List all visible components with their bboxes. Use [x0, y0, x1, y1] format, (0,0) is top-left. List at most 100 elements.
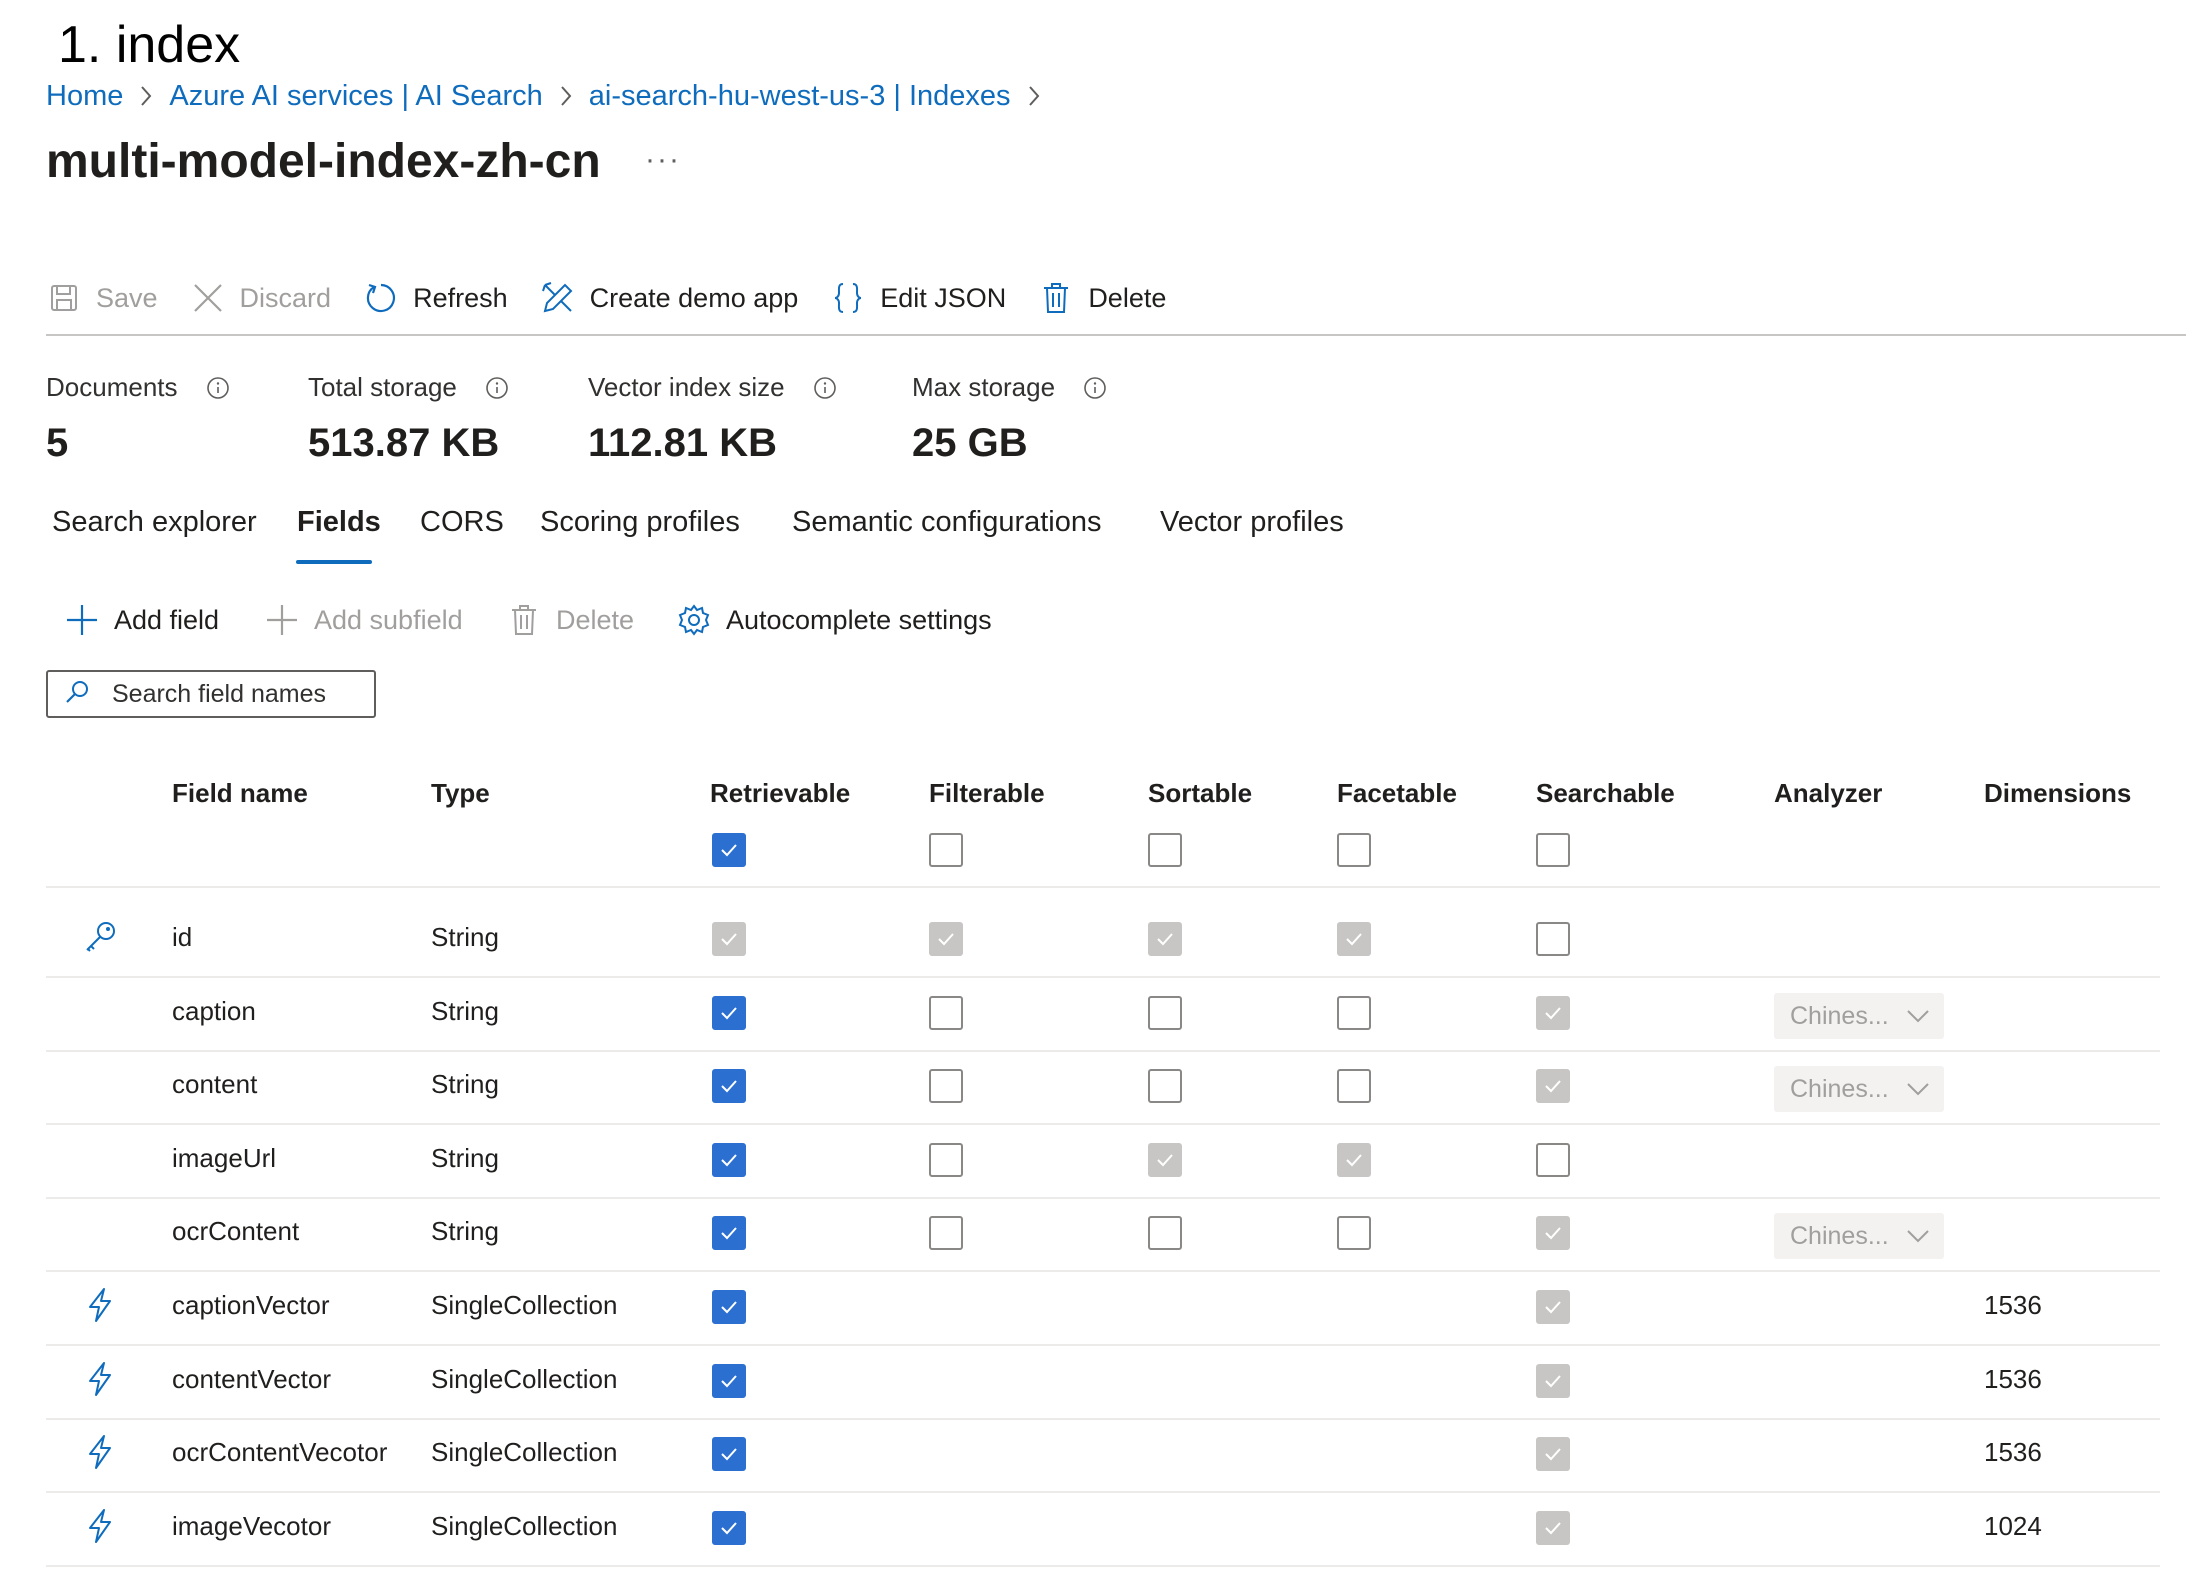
search-input[interactable] — [112, 679, 352, 709]
analyzer-dropdown[interactable]: Chines... — [1774, 1213, 1944, 1259]
field-name-cell[interactable]: imageVecotor — [172, 1511, 331, 1542]
header-searchable[interactable]: Searchable — [1536, 778, 1675, 809]
discard-button[interactable]: Discard — [190, 272, 331, 324]
searchable-checkbox[interactable] — [1536, 1143, 1570, 1177]
filterable-checkbox — [929, 922, 963, 956]
breadcrumb-home[interactable]: Home — [46, 80, 123, 113]
active-tab-indicator — [296, 560, 372, 564]
retrievable-checkbox[interactable] — [712, 1143, 746, 1177]
breadcrumb-indexes[interactable]: ai-search-hu-west-us-3 | Indexes — [589, 80, 1011, 113]
select-all-filterable-checkbox[interactable] — [929, 833, 963, 867]
info-icon[interactable] — [485, 376, 509, 400]
save-button[interactable]: Save — [46, 272, 158, 324]
autocomplete-settings-label: Autocomplete settings — [726, 604, 992, 635]
retrievable-checkbox[interactable] — [712, 1364, 746, 1398]
select-all-retrievable-checkbox[interactable] — [712, 833, 746, 867]
searchable-checkbox — [1536, 996, 1570, 1030]
save-icon — [46, 280, 82, 316]
field-name-cell[interactable]: caption — [172, 996, 256, 1027]
lightning-icon — [80, 1432, 120, 1472]
stat-label: Max storage — [912, 372, 1056, 402]
info-icon[interactable] — [206, 376, 230, 400]
sortable-checkbox — [1148, 1143, 1182, 1177]
analyzer-dropdown[interactable]: Chines... — [1774, 993, 1944, 1039]
analyzer-value: Chines... — [1790, 1074, 1889, 1103]
retrievable-checkbox[interactable] — [712, 996, 746, 1030]
facetable-checkbox[interactable] — [1337, 1069, 1371, 1103]
field-name-cell[interactable]: captionVector — [172, 1290, 330, 1321]
info-icon[interactable] — [813, 376, 837, 400]
sortable-checkbox[interactable] — [1148, 1216, 1182, 1250]
facetable-checkbox[interactable] — [1337, 996, 1371, 1030]
header-facetable[interactable]: Facetable — [1337, 778, 1457, 809]
retrievable-checkbox[interactable] — [712, 1216, 746, 1250]
searchable-checkbox — [1536, 1290, 1570, 1324]
lightning-icon — [80, 1506, 120, 1546]
retrievable-checkbox[interactable] — [712, 1511, 746, 1545]
field-name-cell[interactable]: id — [172, 922, 192, 953]
tab-cors[interactable]: CORS — [420, 506, 504, 539]
search-icon — [64, 679, 90, 710]
analyzer-dropdown[interactable]: Chines... — [1774, 1066, 1944, 1112]
sortable-checkbox[interactable] — [1148, 1069, 1182, 1103]
retrievable-checkbox[interactable] — [712, 1069, 746, 1103]
refresh-button[interactable]: Refresh — [363, 272, 508, 324]
delete-label: Delete — [1088, 282, 1167, 313]
select-all-searchable-checkbox[interactable] — [1536, 833, 1570, 867]
edit-json-button[interactable]: Edit JSON — [830, 272, 1006, 324]
add-field-button[interactable]: Add field — [64, 596, 219, 644]
field-type-cell: SingleCollection — [431, 1437, 618, 1467]
dimensions-cell: 1536 — [1984, 1437, 2042, 1467]
row-divider — [46, 1050, 2160, 1052]
header-type[interactable]: Type — [431, 778, 490, 809]
trash-icon — [506, 602, 542, 638]
field-name-cell[interactable]: ocrContentVecotor — [172, 1437, 387, 1468]
breadcrumb-ai-search[interactable]: Azure AI services | AI Search — [169, 80, 542, 113]
retrievable-checkbox — [712, 922, 746, 956]
command-bar: Save Discard Refresh Create demo app Edi… — [46, 272, 1198, 324]
breadcrumb: Home Azure AI services | AI Search ai-se… — [46, 76, 1057, 116]
chevron-down-icon — [1906, 1228, 1930, 1244]
delete-field-button[interactable]: Delete — [506, 596, 634, 644]
select-all-facetable-checkbox[interactable] — [1337, 833, 1371, 867]
tab-vector-profiles[interactable]: Vector profiles — [1160, 506, 1344, 539]
tab-semantic-configurations[interactable]: Semantic configurations — [792, 506, 1102, 539]
create-demo-app-button[interactable]: Create demo app — [540, 272, 798, 324]
field-name-cell[interactable]: imageUrl — [172, 1143, 276, 1174]
more-options-button[interactable]: ··· — [638, 140, 688, 180]
retrievable-checkbox[interactable] — [712, 1290, 746, 1324]
header-field-name[interactable]: Field name — [172, 778, 308, 809]
edit-json-label: Edit JSON — [880, 282, 1007, 313]
page-heading: 1. index — [58, 16, 241, 74]
facetable-checkbox[interactable] — [1337, 1216, 1371, 1250]
delete-index-button[interactable]: Delete — [1038, 272, 1166, 324]
add-subfield-button[interactable]: Add subfield — [264, 596, 463, 644]
sortable-checkbox[interactable] — [1148, 996, 1182, 1030]
row-divider — [46, 1491, 2160, 1493]
search-field-names-box[interactable] — [46, 670, 376, 718]
searchable-checkbox — [1536, 1069, 1570, 1103]
field-type-cell: String — [431, 1069, 499, 1099]
field-name-cell[interactable]: contentVector — [172, 1364, 331, 1395]
filterable-checkbox[interactable] — [929, 996, 963, 1030]
header-sortable[interactable]: Sortable — [1148, 778, 1252, 809]
header-analyzer[interactable]: Analyzer — [1774, 778, 1882, 809]
autocomplete-settings-button[interactable]: Autocomplete settings — [676, 596, 992, 644]
tab-fields[interactable]: Fields — [297, 506, 381, 539]
searchable-checkbox[interactable] — [1536, 922, 1570, 956]
field-name-cell[interactable]: ocrContent — [172, 1216, 299, 1247]
header-retrievable[interactable]: Retrievable — [710, 778, 850, 809]
info-icon[interactable] — [1083, 376, 1107, 400]
filterable-checkbox[interactable] — [929, 1143, 963, 1177]
tab-scoring-profiles[interactable]: Scoring profiles — [540, 506, 740, 539]
field-name-cell[interactable]: content — [172, 1069, 257, 1100]
retrievable-checkbox[interactable] — [712, 1437, 746, 1471]
header-filterable[interactable]: Filterable — [929, 778, 1045, 809]
tab-search-explorer[interactable]: Search explorer — [52, 506, 257, 539]
row-divider — [46, 1418, 2160, 1420]
select-all-sortable-checkbox[interactable] — [1148, 833, 1182, 867]
header-dimensions[interactable]: Dimensions — [1984, 778, 2131, 809]
filterable-checkbox[interactable] — [929, 1216, 963, 1250]
filterable-checkbox[interactable] — [929, 1069, 963, 1103]
stat-label: Vector index size — [588, 372, 785, 402]
